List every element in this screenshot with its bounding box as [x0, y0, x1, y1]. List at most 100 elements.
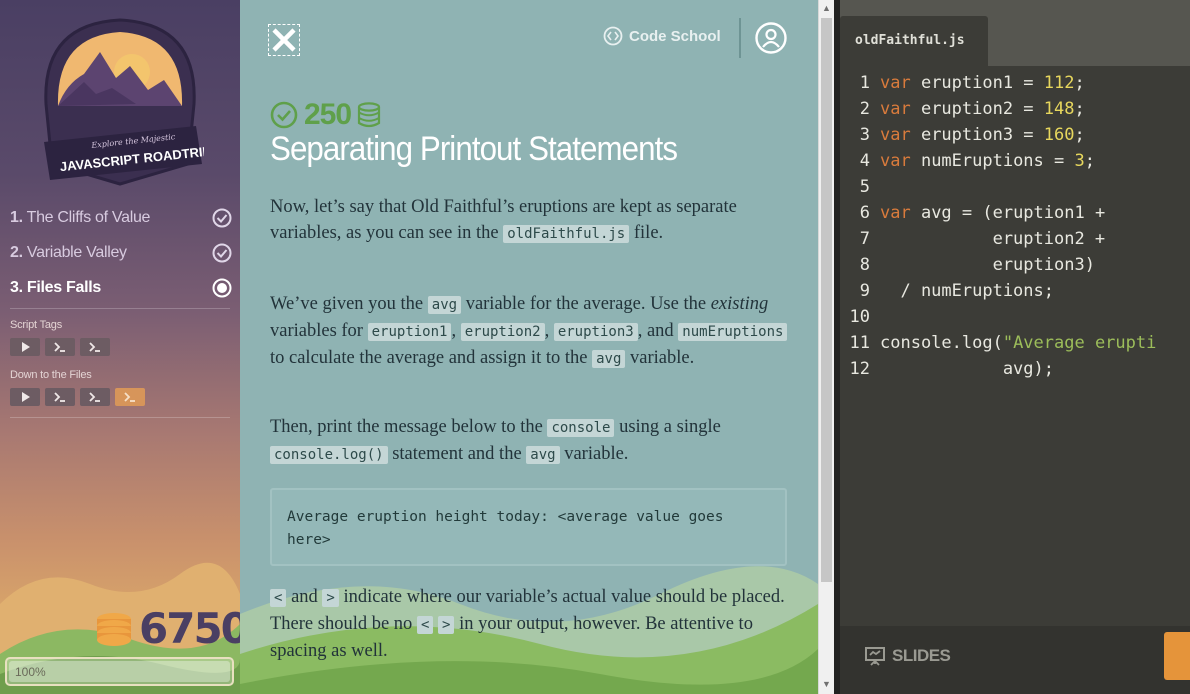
text: variable.: [625, 348, 695, 368]
code-line[interactable]: 2 var eruption2 = 148;: [840, 96, 1156, 122]
check-circle-icon: [212, 208, 232, 228]
code-text: eruption1 =: [910, 73, 1044, 93]
points-value: 250: [304, 98, 352, 131]
divider: [10, 417, 230, 418]
terminal-prompt-icon: [89, 342, 100, 352]
code-school-logo-link[interactable]: Code School: [603, 26, 721, 46]
scroll-up-arrow-icon[interactable]: ▲: [822, 3, 831, 13]
inline-code: <: [416, 616, 434, 634]
code-line[interactable]: 1 var eruption1 = 112;: [840, 70, 1156, 96]
code-punctuation: ;: [1074, 99, 1085, 119]
code-line[interactable]: 4 var numEruptions = 3;: [840, 148, 1156, 174]
code-editor[interactable]: oldFaithful.js 1 var eruption1 = 112; 2 var…: [840, 0, 1190, 694]
inline-code: console: [547, 419, 615, 437]
code-area[interactable]: 1 var eruption1 = 112; 2 var eruption2 = 14…: [840, 70, 1157, 382]
code-line[interactable]: 12 avg);: [840, 356, 1156, 382]
code-text: / numEruptions;: [880, 281, 1054, 301]
course-progress-bar: 100%: [5, 657, 234, 686]
code-line[interactable]: 8 eruption3): [840, 252, 1156, 278]
instruction-paragraph-4: < and > indicate where our variable’s ac…: [270, 584, 790, 664]
code-line[interactable]: 7 eruption2 +: [840, 226, 1156, 252]
code-line[interactable]: 3 var eruption3 = 160;: [840, 122, 1156, 148]
inline-code: numEruptions: [678, 323, 788, 341]
code-line[interactable]: 11 console.log("Average erupti: [840, 330, 1157, 356]
line-number: 9: [859, 281, 870, 301]
text: file.: [629, 223, 664, 243]
level-2-label: Variable Valley: [26, 244, 127, 261]
challenge-row-down-to-the-files: [10, 388, 145, 406]
slides-button[interactable]: SLIDES: [864, 646, 951, 666]
line-number: 4: [859, 151, 870, 171]
challenge-panel-scrollbar[interactable]: ▲ ▼: [818, 0, 834, 694]
line-number: 11: [849, 333, 870, 353]
code-punctuation: ;: [1074, 125, 1085, 145]
text: variable for the average. Use the: [461, 294, 711, 314]
code-text: eruption3): [880, 255, 1095, 275]
code-number: 160: [1043, 125, 1075, 145]
code-keyword: var: [880, 99, 911, 119]
level-1-number: 1.: [10, 209, 23, 226]
line-number: 12: [849, 359, 870, 379]
code-keyword: var: [880, 151, 911, 171]
level-2-link[interactable]: 2. Variable Valley: [10, 240, 232, 266]
slides-label: SLIDES: [892, 646, 951, 665]
inline-code: oldFaithful.js: [503, 225, 630, 243]
section-label-script-tags: Script Tags: [10, 319, 63, 331]
coins-value: 6750: [139, 604, 240, 653]
line-number: 7: [859, 229, 870, 249]
course-sidebar: Explore the Majestic JAVASCRIPT ROADTRIP…: [0, 0, 240, 694]
code-line[interactable]: 6 var avg = (eruption1 +: [840, 200, 1156, 226]
editor-tab-file[interactable]: oldFaithful.js: [840, 16, 988, 66]
close-button[interactable]: [268, 24, 300, 56]
challenge-video-button[interactable]: [10, 388, 40, 406]
inline-code: <: [270, 589, 287, 607]
terminal-prompt-icon: [54, 342, 65, 352]
submit-button[interactable]: [1164, 632, 1190, 680]
line-number: 3: [859, 125, 870, 145]
close-icon: [272, 28, 296, 52]
level-1-link[interactable]: 1. The Cliffs of Value: [10, 205, 232, 231]
challenge-video-button[interactable]: [10, 338, 40, 356]
text: and: [286, 587, 323, 607]
challenge-points: 250: [270, 98, 381, 132]
expected-output-box: Average eruption height today: <average …: [270, 488, 787, 566]
challenge-code-button-current[interactable]: [115, 388, 145, 406]
section-label-down-to-the-files: Down to the Files: [10, 369, 92, 381]
scroll-down-arrow-icon[interactable]: ▼: [822, 679, 831, 689]
check-circle-icon: [212, 243, 232, 263]
code-number: 112: [1043, 73, 1075, 93]
line-number: 5: [859, 177, 870, 197]
user-avatar-icon[interactable]: [755, 22, 787, 54]
code-line[interactable]: 5: [840, 174, 1156, 200]
code-text: avg = (eruption1 +: [910, 203, 1106, 223]
challenge-code-button[interactable]: [45, 388, 75, 406]
code-text: eruption2 =: [910, 99, 1044, 119]
challenge-code-button[interactable]: [45, 338, 75, 356]
inline-code: eruption3: [553, 323, 638, 341]
code-text: eruption2 +: [880, 229, 1106, 249]
challenge-code-button[interactable]: [80, 388, 110, 406]
challenge-code-button[interactable]: [80, 338, 110, 356]
header-divider: [739, 18, 741, 58]
level-3-label: Files Falls: [26, 279, 101, 296]
code-keyword: var: [880, 125, 911, 145]
code-line[interactable]: 9 / numEruptions;: [840, 278, 1156, 304]
level-1-label: The Cliffs of Value: [26, 209, 151, 226]
text: , and: [637, 321, 679, 341]
progress-label: 100%: [15, 665, 46, 679]
inline-code: eruption1: [367, 323, 452, 341]
text: using a single: [614, 417, 721, 437]
in-progress-circle-icon: [212, 278, 232, 298]
text: Then, print the message below to the: [270, 417, 548, 437]
play-icon: [22, 392, 30, 402]
scrollbar-thumb[interactable]: [821, 18, 832, 582]
code-string: "Average erupti: [1002, 333, 1157, 353]
line-number: 6: [859, 203, 870, 223]
code-line[interactable]: 10: [840, 304, 1156, 330]
terminal-prompt-icon: [54, 392, 65, 402]
level-2-number: 2.: [10, 244, 23, 261]
terminal-prompt-icon: [89, 392, 100, 402]
line-number: 1: [859, 73, 870, 93]
level-3-link[interactable]: 3. Files Falls: [10, 275, 232, 301]
inline-code: avg: [526, 446, 560, 464]
